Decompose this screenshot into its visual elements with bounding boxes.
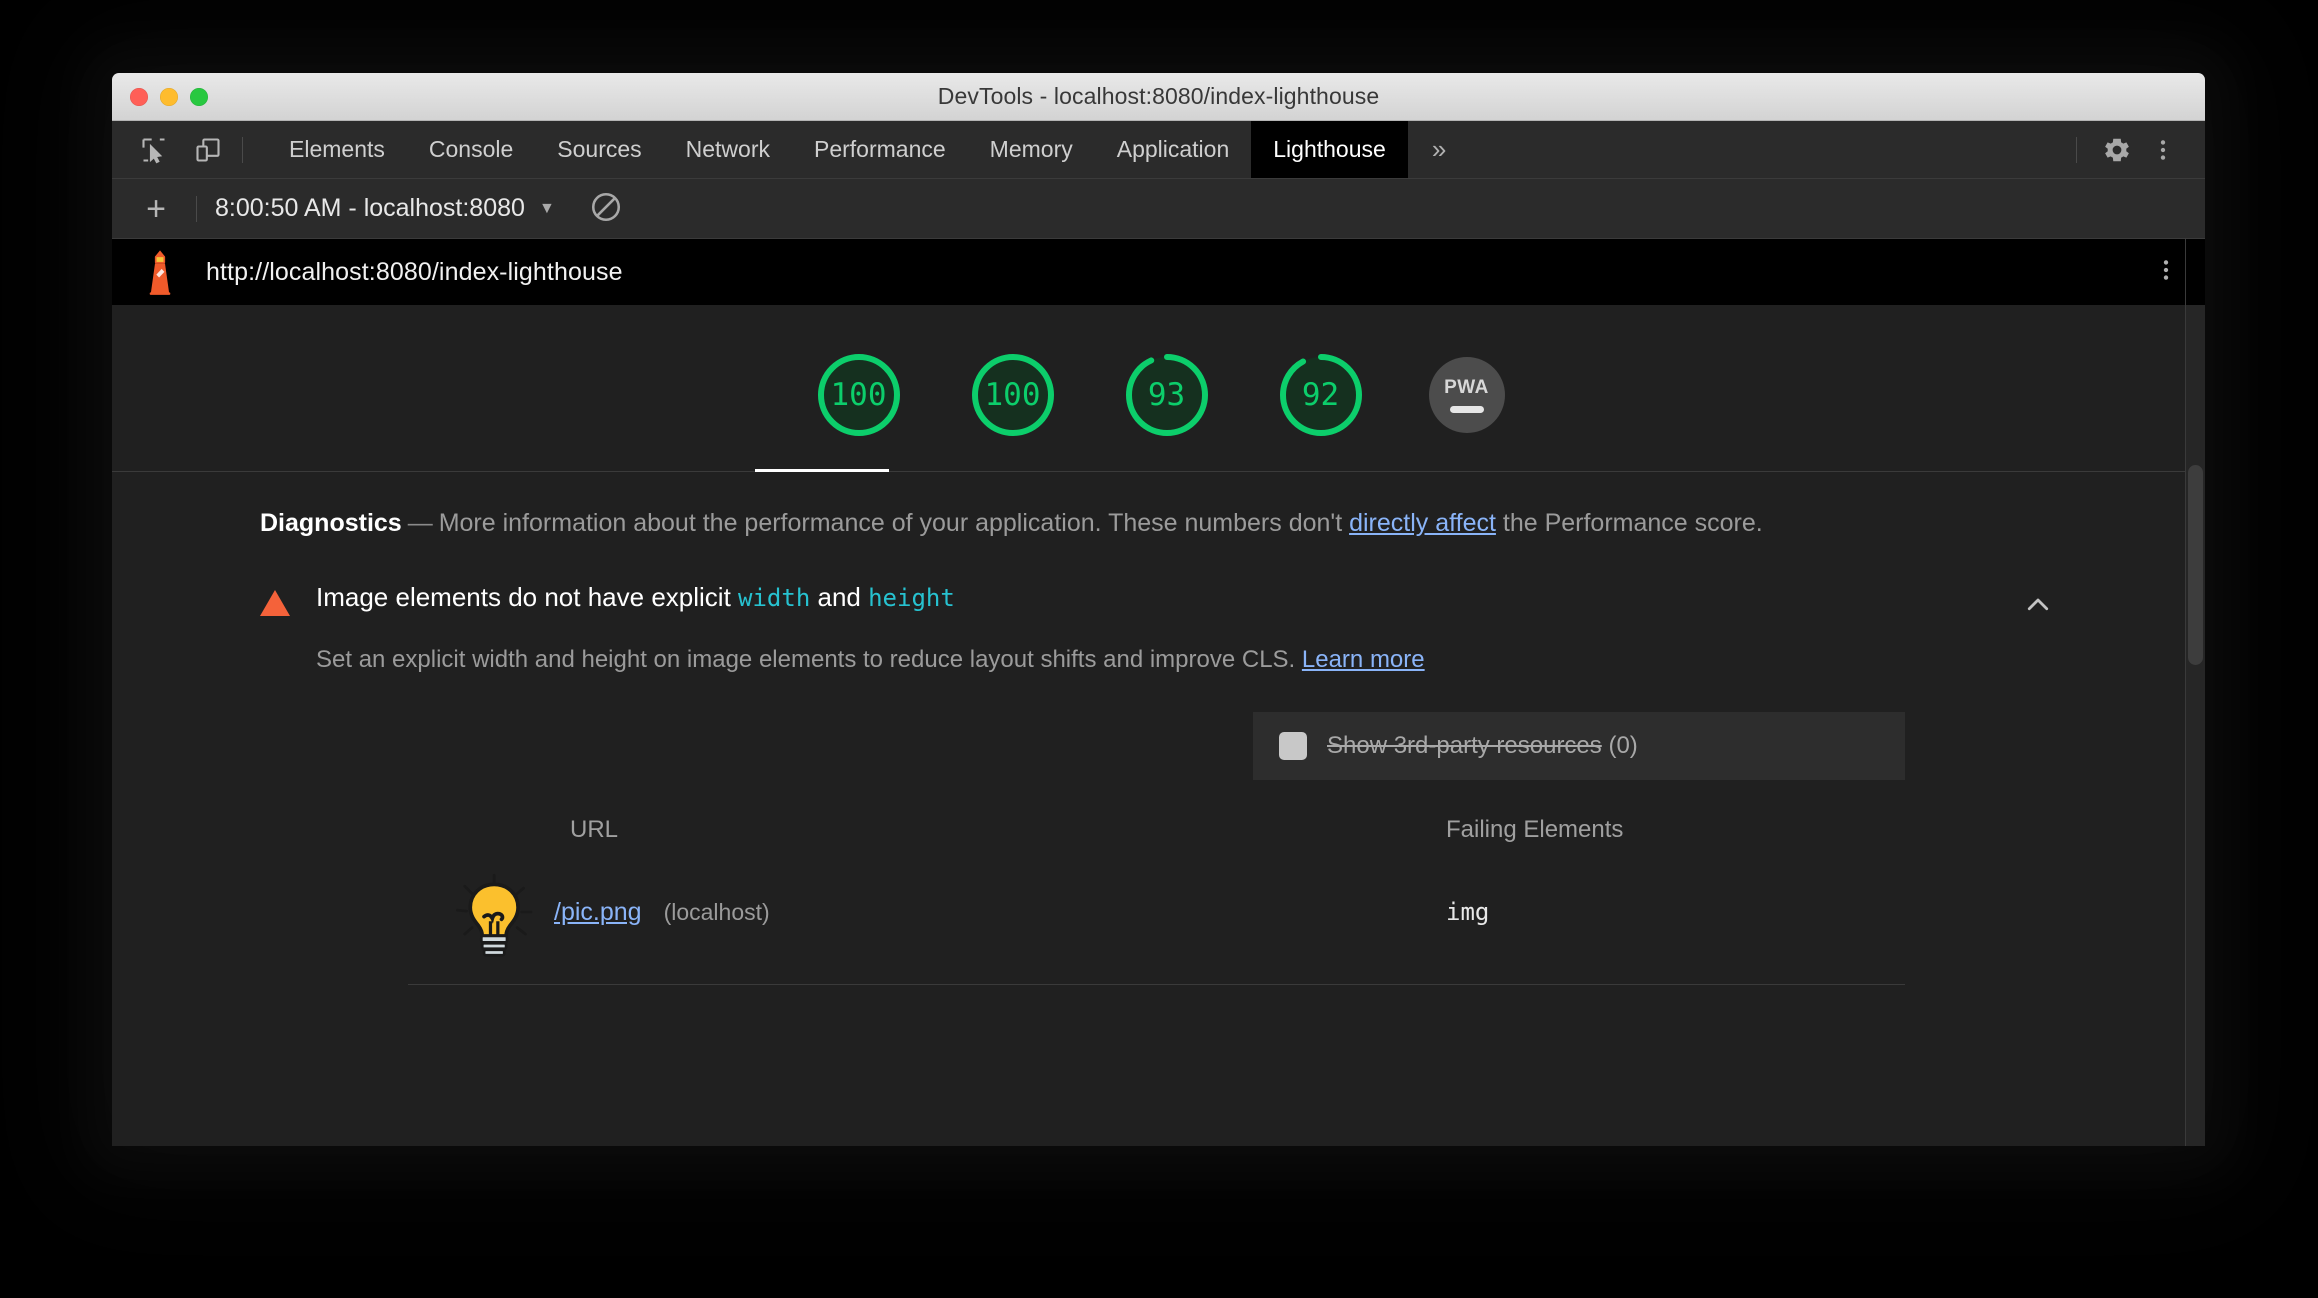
tabs-overflow-icon[interactable]: » — [1408, 121, 1470, 178]
tab-console[interactable]: Console — [407, 121, 535, 178]
tabstrip-actions — [2062, 121, 2205, 178]
third-party-count: (0) — [1608, 732, 1638, 759]
lightbulb-image — [455, 873, 533, 957]
tab-elements[interactable]: Elements — [267, 121, 407, 178]
resource-host: (localhost) — [663, 898, 770, 925]
devtools-tabstrip: Elements Console Sources Network Perform… — [112, 121, 2205, 179]
score-gauges-section: 100 100 93 92 PWA — [112, 305, 2205, 472]
third-party-filter[interactable]: Show 3rd-party resources (0) — [1253, 712, 1905, 780]
audit-header[interactable]: Image elements do not have explicit widt… — [260, 582, 2055, 616]
diagnostics-desc-2: the Performance score. — [1495, 509, 1763, 537]
report-scrollbar[interactable] — [2186, 305, 2205, 1146]
audit-code-width: width — [738, 584, 811, 612]
gauge-score: 93 — [1147, 377, 1186, 413]
column-header-failing-elements: Failing Elements — [1446, 816, 1624, 843]
gauge-pwa[interactable]: PWA — [1428, 357, 1505, 433]
diagnostics-header: Diagnostics — More information about the p… — [260, 506, 2055, 540]
chevron-down-icon: ▼ — [538, 199, 555, 217]
table-header-row: URL Failing Elements — [408, 780, 1905, 844]
resource-url-link[interactable]: /pic.png — [554, 898, 642, 927]
toolbar-divider — [196, 195, 197, 222]
scrollbar-thumb[interactable] — [2188, 465, 2203, 665]
cell-failing-element: img — [1446, 898, 1490, 926]
lighthouse-toolbar: + 8:00:50 AM - localhost:8080 ▼ — [112, 179, 2205, 239]
pwa-dash-icon — [1449, 406, 1484, 413]
report-menu-icon[interactable] — [2153, 257, 2179, 288]
gauge-best-practices[interactable]: 93 — [1121, 349, 1213, 441]
audit-title-and: and — [810, 582, 869, 612]
pwa-label: PWA — [1444, 377, 1489, 398]
gauge-score: 100 — [984, 377, 1041, 413]
score-gauges: 100 100 93 92 PWA — [112, 305, 2205, 471]
window-title: DevTools - localhost:8080/index-lighthou… — [937, 83, 1380, 109]
tab-sources[interactable]: Sources — [535, 121, 663, 178]
diagnostics-section: Diagnostics — More information about the p… — [112, 472, 2205, 540]
diagnostics-dash: — — [407, 509, 433, 537]
table-bottom-divider — [408, 984, 1905, 985]
directly-affect-link[interactable]: directly affect — [1349, 509, 1496, 537]
learn-more-link[interactable]: Learn more — [1302, 646, 1425, 673]
tab-memory[interactable]: Memory — [968, 121, 1095, 178]
report-url: http://localhost:8080/index-lighthouse — [206, 257, 623, 286]
third-party-checkbox[interactable] — [1279, 732, 1307, 760]
toolbar-divider — [242, 136, 243, 163]
tab-application[interactable]: Application — [1095, 121, 1252, 178]
gear-icon[interactable] — [2097, 130, 2137, 170]
third-party-label-text: Show 3rd-party resources — [1327, 732, 1602, 759]
report-header: http://localhost:8080/index-lighthouse — [112, 239, 2205, 305]
gauge-score: 100 — [830, 377, 887, 413]
vertical-dots-icon[interactable] — [2143, 130, 2183, 170]
window-titlebar: DevTools - localhost:8080/index-lighthou… — [112, 73, 2205, 121]
tabstrip-divider — [2076, 136, 2077, 163]
gauge-score: 92 — [1301, 377, 1340, 413]
report-selector-dropdown[interactable]: 8:00:50 AM - localhost:8080 ▼ — [215, 194, 555, 223]
audit-title: Image elements do not have explicit widt… — [316, 582, 955, 613]
inspect-cursor-icon[interactable] — [134, 130, 174, 170]
devtools-tool-buttons — [112, 121, 228, 178]
diagnostics-title: Diagnostics — [260, 509, 402, 537]
gauges-divider — [112, 471, 2205, 472]
devtools-window: DevTools - localhost:8080/index-lighthou… — [112, 73, 2205, 1146]
column-header-url: URL — [570, 816, 619, 843]
third-party-label: Show 3rd-party resources (0) — [1327, 732, 1638, 760]
audit-description-text: Set an explicit width and height on imag… — [316, 646, 1302, 673]
tab-performance[interactable]: Performance — [792, 121, 968, 178]
diagnostics-desc-1: More information about the performance o… — [438, 509, 1350, 537]
report-selector-label: 8:00:50 AM - localhost:8080 — [215, 194, 525, 222]
audit-table: URL Failing Elements /pic.png (localhost… — [408, 780, 1905, 984]
lighthouse-icon — [149, 250, 171, 295]
no-entry-clear-icon[interactable] — [589, 190, 627, 228]
gauge-accessibility[interactable]: 100 — [967, 349, 1059, 441]
active-category-indicator — [755, 469, 889, 472]
panel-tabs: Elements Console Sources Network Perform… — [267, 121, 1470, 178]
tab-lighthouse[interactable]: Lighthouse — [1251, 121, 1408, 178]
audit-title-part-1: Image elements do not have explicit — [316, 582, 739, 612]
audit-code-height: height — [868, 584, 955, 612]
gauge-seo[interactable]: 92 — [1275, 349, 1367, 441]
report-body: Diagnostics — More information about the p… — [112, 472, 2205, 985]
new-report-button[interactable]: + — [134, 192, 178, 226]
audit-item: Image elements do not have explicit widt… — [112, 582, 2205, 985]
audit-description: Set an explicit width and height on imag… — [316, 646, 2055, 674]
lighthouse-report: http://localhost:8080/index-lighthouse 1… — [112, 239, 2205, 1146]
chevron-up-icon[interactable] — [2023, 590, 2053, 625]
device-toolbar-icon[interactable] — [188, 130, 228, 170]
table-row: /pic.png (localhost) img — [408, 844, 1905, 984]
tab-network[interactable]: Network — [664, 121, 792, 178]
warning-triangle-icon — [260, 590, 290, 616]
gauge-performance[interactable]: 100 — [813, 349, 905, 441]
cell-url: /pic.png (localhost) — [408, 866, 1418, 958]
